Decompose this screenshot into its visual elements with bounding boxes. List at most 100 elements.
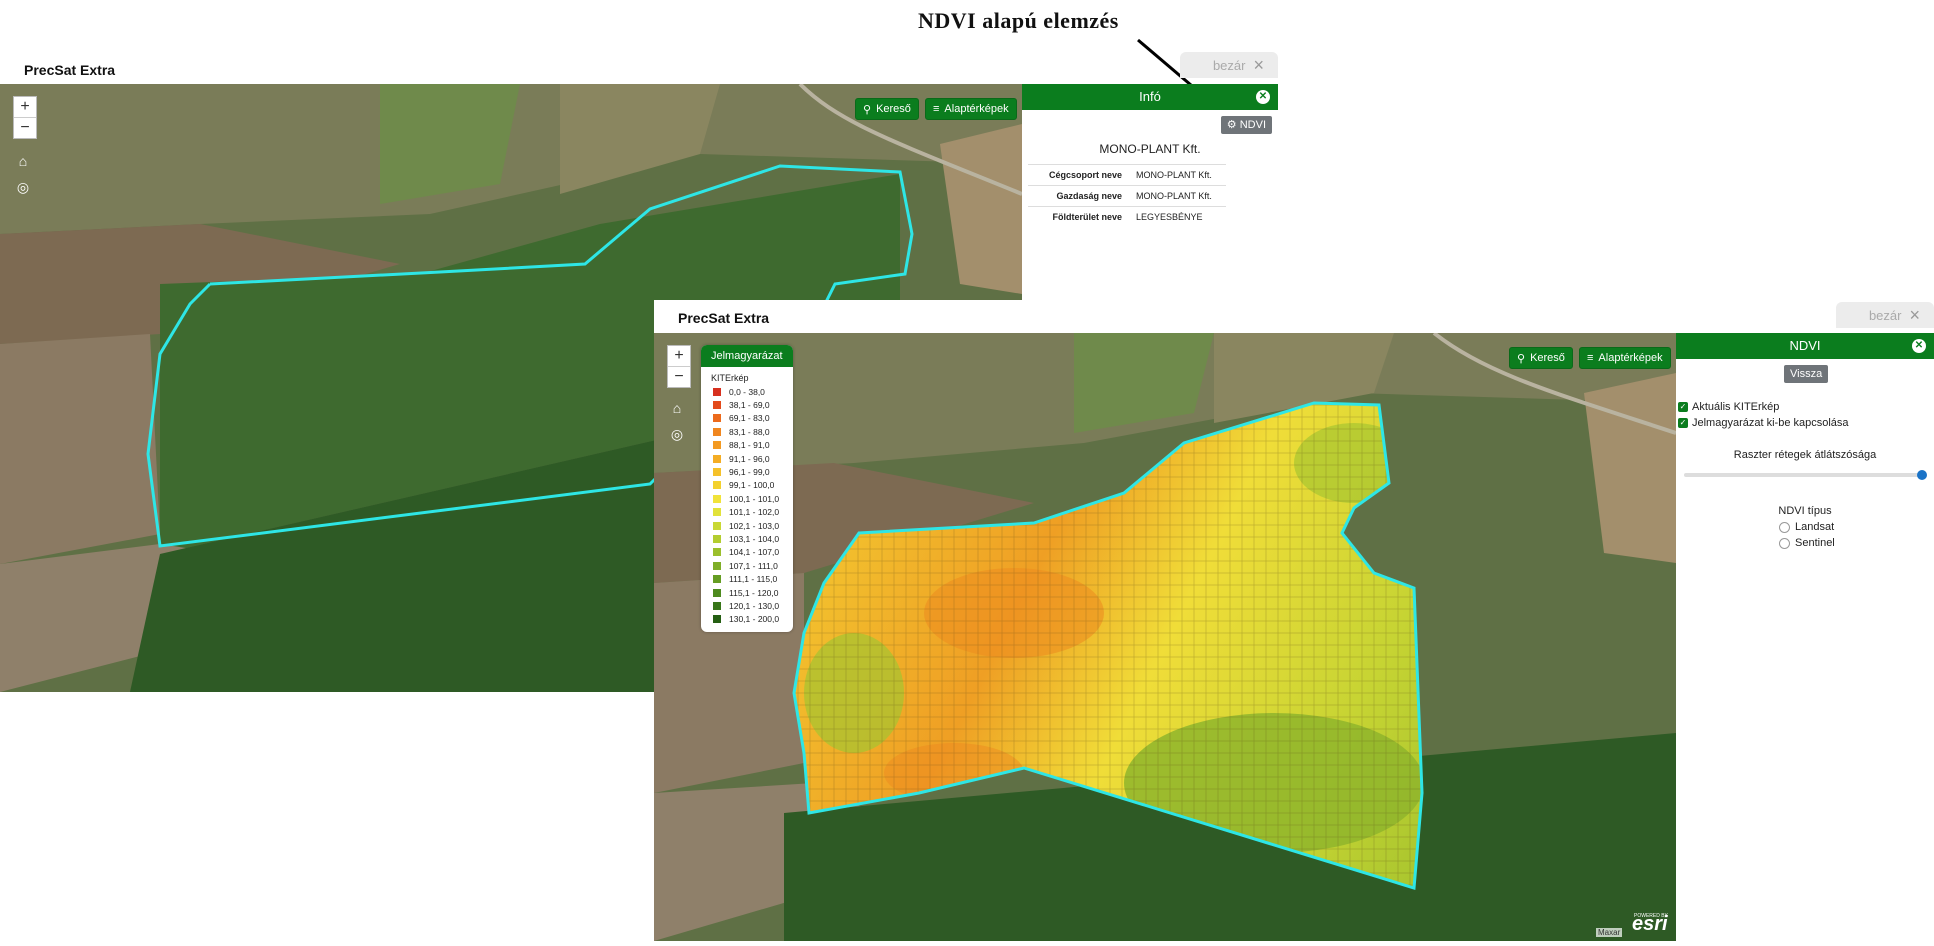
legend-item: 38,1 - 69,0 xyxy=(701,398,793,411)
ndvi-panel-title: NDVI xyxy=(1789,338,1821,353)
legend-label: 0,0 - 38,0 xyxy=(729,386,765,397)
legend-item: 69,1 - 83,0 xyxy=(701,412,793,425)
legend-item: 83,1 - 88,0 xyxy=(701,425,793,438)
legend-swatch xyxy=(713,414,721,423)
legend-label: 100,1 - 101,0 xyxy=(729,493,780,504)
legend-item: 101,1 - 102,0 xyxy=(701,506,793,519)
table-row: Földterület neve LEGYESBÉNYE xyxy=(1028,206,1226,227)
check-icon: ✓ xyxy=(1678,402,1688,412)
legend-label: 107,1 - 111,0 xyxy=(729,560,778,571)
map-view[interactable]: + − ⌂ ◎ Jelmagyarázat KITErkép 0,0 - 38,… xyxy=(654,333,1676,941)
zoom-out-button[interactable]: − xyxy=(14,118,36,138)
legend-label: 120,1 - 130,0 xyxy=(729,600,780,611)
locate-icon[interactable]: ◎ xyxy=(14,178,32,196)
legend-item: 102,1 - 103,0 xyxy=(701,519,793,532)
opacity-slider-track[interactable] xyxy=(1684,473,1922,477)
annotation-caption: NDVI alapú elemzés xyxy=(918,8,1119,33)
basemaps-button-label: Alaptérképek xyxy=(944,103,1009,115)
app-title: PrecSat Extra xyxy=(678,310,770,326)
legend-item: 96,1 - 99,0 xyxy=(701,465,793,478)
close-icon[interactable]: ✕ xyxy=(1256,90,1270,104)
legend-swatch xyxy=(713,468,721,477)
legend-layer-name: KITErkép xyxy=(711,373,749,383)
row-value: LEGYESBÉNYE xyxy=(1132,206,1226,227)
radio-label: Landsat xyxy=(1795,521,1835,533)
search-button[interactable]: ⚲ Kereső xyxy=(855,98,919,120)
legend-title: Jelmagyarázat xyxy=(701,345,793,367)
legend-label: 104,1 - 107,0 xyxy=(729,547,780,558)
legend-swatch xyxy=(713,454,721,463)
search-icon: ⚲ xyxy=(1517,352,1526,365)
close-icon: × xyxy=(1909,304,1920,325)
info-panel: Infó ✕ ⚙ NDVI MONO-PLANT Kft. Cégcsoport… xyxy=(1022,84,1278,294)
legend-swatch xyxy=(713,548,721,557)
legend-swatch xyxy=(713,521,721,530)
home-icon[interactable]: ⌂ xyxy=(14,152,32,170)
ndvi-type-label: NDVI típus xyxy=(1778,505,1832,517)
radio-icon xyxy=(1779,537,1790,549)
legend-toggle-checkbox[interactable]: ✓ Jelmagyarázat ki-be kapcsolása xyxy=(1678,417,1849,429)
legend-item: 120,1 - 130,0 xyxy=(701,599,793,612)
radio-landsat[interactable]: Landsat xyxy=(1779,521,1834,533)
legend-swatch xyxy=(713,534,721,543)
satellite-imagery xyxy=(654,333,1676,941)
search-button-label: Kereső xyxy=(1530,352,1565,364)
legend-item: 104,1 - 107,0 xyxy=(701,546,793,559)
row-value: MONO-PLANT Kft. xyxy=(1132,164,1226,186)
legend-item: 0,0 - 38,0 xyxy=(701,385,793,398)
close-tab-button[interactable]: bezár × xyxy=(1180,52,1278,78)
basemaps-button[interactable]: ≡ Alaptérképek xyxy=(925,98,1017,120)
info-panel-title: Infó xyxy=(1139,89,1161,104)
legend-item: 88,1 - 91,0 xyxy=(701,439,793,452)
legend-swatch xyxy=(713,481,721,490)
legend-label: 115,1 - 120,0 xyxy=(729,587,779,598)
ndvi-button[interactable]: ⚙ NDVI xyxy=(1220,116,1272,134)
close-icon[interactable]: ✕ xyxy=(1912,339,1926,353)
legend-label: 88,1 - 91,0 xyxy=(729,440,770,451)
legend-item: 91,1 - 96,0 xyxy=(701,452,793,465)
legend-label: 111,1 - 115,0 xyxy=(729,574,778,585)
row-key: Gazdaság neve xyxy=(1028,185,1132,207)
legend-label: 99,1 - 100,0 xyxy=(729,480,775,491)
check-icon: ✓ xyxy=(1678,418,1688,428)
legend-swatch xyxy=(713,494,721,503)
legend-label: 38,1 - 69,0 xyxy=(729,400,770,411)
company-name: MONO-PLANT Kft. xyxy=(1099,142,1201,156)
close-tab-label: bezár xyxy=(1212,57,1246,73)
legend-swatch xyxy=(713,508,721,517)
basemaps-button[interactable]: ≡ Alaptérképek xyxy=(1579,347,1671,369)
legend-swatch xyxy=(713,561,721,570)
back-button[interactable]: Vissza xyxy=(1784,365,1829,383)
close-tab-button[interactable]: bezár × xyxy=(1836,302,1934,328)
zoom-control: + − xyxy=(13,96,37,139)
zoom-out-button[interactable]: − xyxy=(668,367,690,387)
legend-label: 130,1 - 200,0 xyxy=(729,614,780,625)
list-icon: ≡ xyxy=(1587,352,1594,364)
current-map-checkbox[interactable]: ✓ Aktuális KITErkép xyxy=(1678,401,1779,413)
app-title: PrecSat Extra xyxy=(24,62,116,78)
home-icon[interactable]: ⌂ xyxy=(668,399,686,417)
ndvi-panel-header: NDVI ✕ xyxy=(1676,333,1934,359)
radio-sentinel[interactable]: Sentinel xyxy=(1779,537,1835,549)
checkbox-label: Jelmagyarázat ki-be kapcsolása xyxy=(1692,417,1849,429)
zoom-in-button[interactable]: + xyxy=(668,346,690,367)
search-button[interactable]: ⚲ Kereső xyxy=(1509,347,1573,369)
zoom-in-button[interactable]: + xyxy=(14,97,36,118)
legend-swatch xyxy=(713,601,721,610)
legend-label: 96,1 - 99,0 xyxy=(729,467,770,478)
legend-swatch xyxy=(713,588,721,597)
esri-logo: esri xyxy=(1632,913,1668,935)
search-button-label: Kereső xyxy=(876,103,911,115)
attribution-maxar: Maxar xyxy=(1596,928,1623,937)
legend-swatch xyxy=(713,401,721,410)
close-icon: × xyxy=(1253,54,1264,75)
legend-swatch xyxy=(713,441,721,450)
legend-item: 103,1 - 104,0 xyxy=(701,532,793,545)
legend-swatch xyxy=(713,575,721,584)
legend-item: 111,1 - 115,0 xyxy=(701,572,793,585)
row-key: Cégcsoport neve xyxy=(1028,164,1132,186)
opacity-slider-handle[interactable] xyxy=(1917,470,1927,480)
locate-icon[interactable]: ◎ xyxy=(668,425,686,443)
info-table: Cégcsoport neve MONO-PLANT Kft. Gazdaság … xyxy=(1028,164,1226,227)
legend-swatch xyxy=(713,615,721,624)
